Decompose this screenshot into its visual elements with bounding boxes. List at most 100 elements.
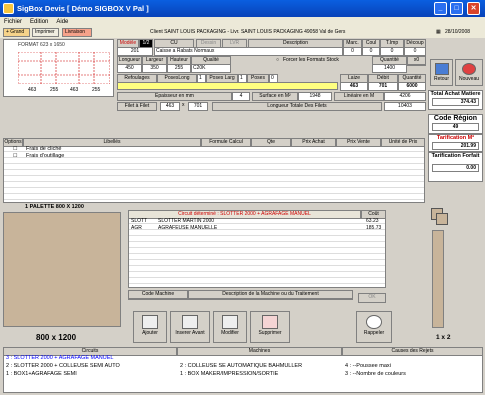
livraison-button[interactable]: Livraison bbox=[62, 28, 92, 37]
cause-list-2[interactable]: 3 : --Nombre de couleurs bbox=[345, 370, 406, 378]
timp-field[interactable]: 0 bbox=[380, 47, 404, 56]
maximize-button[interactable]: □ bbox=[450, 2, 463, 15]
format-panel: FORMAT 623 x 1650 463 255 463 255 bbox=[3, 39, 114, 97]
epaisseur-field[interactable]: 4 bbox=[232, 92, 250, 101]
nouveau-button[interactable]: Nouveau bbox=[455, 59, 483, 86]
minimize-button[interactable]: _ bbox=[434, 2, 447, 15]
code-machine-field[interactable] bbox=[128, 298, 188, 300]
add-document-icon bbox=[142, 315, 158, 329]
app-icon bbox=[3, 3, 14, 14]
decoup-field[interactable]: 0 bbox=[404, 47, 426, 56]
code-region-value[interactable]: 49 bbox=[432, 123, 479, 131]
filet-label: Filet à Filet bbox=[117, 102, 157, 111]
supprimer-label: Supprimer bbox=[258, 330, 282, 336]
ltf-label: Longueur Totale Des Filets bbox=[212, 102, 382, 111]
total-achat-box: Total Achat Matiere 374.43 bbox=[428, 90, 483, 110]
ajouter-button[interactable]: Ajouter bbox=[133, 311, 167, 343]
circuit-table: Circuit déterminé : SLOTTER 2000 + AGRAF… bbox=[128, 210, 386, 288]
circuit-row-1-code[interactable]: SLOTT bbox=[131, 218, 147, 225]
coul-field[interactable]: 0 bbox=[362, 47, 380, 56]
insert-icon bbox=[182, 315, 198, 329]
retour-label: Retour bbox=[433, 76, 449, 82]
modifier-label: Modifier bbox=[221, 330, 239, 336]
window-title: SigBox Devis [ Démo SIGBOX V Pal ] bbox=[17, 4, 149, 13]
filet-x: x bbox=[182, 102, 185, 108]
grand-button[interactable]: + Grand bbox=[3, 28, 30, 37]
modele-desc-field[interactable]: Caisse a Rabats Normaux bbox=[154, 47, 343, 56]
code-region-label: Code Région bbox=[433, 115, 478, 122]
quantite2-field: 6000 bbox=[398, 82, 426, 91]
machines-header: Machines bbox=[177, 347, 342, 356]
circuit-row-2-cout: 185.73 bbox=[366, 225, 382, 231]
laize-field: 463 bbox=[340, 82, 368, 91]
formule-col: Formule Calcul bbox=[201, 138, 251, 147]
format-label: FORMAT 623 x 1650 bbox=[18, 42, 65, 48]
total-achat-label: Total Achat Matiere bbox=[430, 91, 481, 97]
circuit-list-1[interactable]: 3 : SLOTTER 2000 + AGRAFAGE MANUEL bbox=[6, 354, 113, 362]
prix-vente-col: Prix Vente bbox=[336, 138, 381, 147]
epaisseur-label: Epaisseur en mm bbox=[117, 92, 232, 101]
option-checkbox-2[interactable]: ☐ bbox=[13, 153, 17, 160]
circuit-row-1-name[interactable]: SLOTTER MARTIN 2000 bbox=[158, 218, 214, 225]
ok-button[interactable]: OK bbox=[358, 293, 386, 303]
option-row-1[interactable]: Frais de cliché bbox=[26, 146, 61, 153]
title-bar: SigBox Devis [ Démo SIGBOX V Pal ] _ □ ✕ bbox=[0, 0, 485, 17]
stack-preview bbox=[432, 230, 444, 328]
desc-machine-field[interactable] bbox=[188, 298, 353, 300]
menu-aide[interactable]: Aide bbox=[56, 19, 68, 25]
option-row-2[interactable]: Frais d'outillage bbox=[26, 153, 64, 160]
calendar-icon: ▦ bbox=[436, 29, 441, 35]
palette-drawing bbox=[3, 212, 121, 327]
filet-a-field: 463 bbox=[160, 102, 180, 111]
options-table: Options Libellés Formule Calcul Qte Prix… bbox=[3, 138, 425, 203]
tarif-m2-box: Tarification M² 201.99 bbox=[428, 134, 483, 152]
new-icon bbox=[462, 63, 476, 75]
menu-fichier[interactable]: Fichier bbox=[4, 19, 22, 25]
qualite-field[interactable]: C20K bbox=[191, 64, 231, 73]
tarif-forfait-box: Tarification Forfait 0.00 bbox=[428, 152, 483, 182]
modele-code-field[interactable]: 201 bbox=[117, 47, 153, 56]
dim-3: 463 bbox=[70, 87, 79, 93]
tarif-m2-value: 201.99 bbox=[432, 142, 479, 150]
quantite-field[interactable]: 1400 bbox=[372, 64, 407, 73]
devis-date: 28/10/2008 bbox=[445, 29, 471, 35]
total-achat-value: 374.43 bbox=[432, 98, 479, 106]
forcer-checkbox[interactable]: ○ bbox=[276, 57, 279, 64]
lineaire-field: 4206 bbox=[384, 92, 426, 101]
unite-col: Unité de Prix bbox=[381, 138, 425, 147]
menu-edition[interactable]: Edition bbox=[30, 19, 48, 25]
option-checkbox-1[interactable]: ☐ bbox=[13, 146, 17, 153]
format-drawing bbox=[18, 52, 110, 84]
inserer-button[interactable]: Inserer Avant bbox=[170, 311, 210, 343]
retour-button[interactable]: Retour bbox=[430, 59, 453, 86]
circuit-row-1-cout: 63.23 bbox=[366, 218, 379, 224]
qte-col: Qte bbox=[251, 138, 291, 147]
circuit-list-3[interactable]: 1 : BOX1+AGRAFAGE SEMI bbox=[6, 370, 77, 378]
modifier-button[interactable]: Modifier bbox=[213, 311, 247, 343]
inserer-label: Inserer Avant bbox=[175, 330, 205, 336]
x0-field[interactable] bbox=[407, 64, 426, 66]
tarif-forfait-value[interactable]: 0.00 bbox=[432, 164, 479, 172]
longueur-field[interactable]: 450 bbox=[117, 64, 142, 73]
refoulages-field[interactable] bbox=[117, 82, 338, 90]
dim-2: 255 bbox=[50, 87, 59, 93]
marc-field[interactable]: 0 bbox=[343, 47, 362, 56]
bottom-grid: Circuits Machines Causes des Rejets 3 : … bbox=[3, 347, 483, 393]
delete-icon bbox=[262, 315, 278, 329]
cause-list-1[interactable]: 4 : --Poussee maxi bbox=[345, 362, 391, 370]
circuit-row-2-code[interactable]: AGR bbox=[131, 225, 142, 232]
edit-icon bbox=[222, 315, 238, 329]
supprimer-button[interactable]: Supprimer bbox=[250, 311, 290, 343]
imprimer-button[interactable]: Imprimer bbox=[32, 28, 59, 37]
dim-4: 255 bbox=[92, 87, 101, 93]
largeur-field[interactable]: 350 bbox=[142, 64, 167, 73]
hauteur-field[interactable]: 255 bbox=[167, 64, 191, 73]
circuit-row-2-name[interactable]: AGRAFEUSE MANUELLE bbox=[158, 225, 217, 232]
rappeler-button[interactable]: Rappeler bbox=[356, 311, 392, 343]
machine-list-2[interactable]: 1 : BOX MAKER/IMPRESSION/SORTIE bbox=[180, 370, 278, 378]
code-region-box: Code Région 49 bbox=[428, 114, 483, 134]
machine-list-1[interactable]: 2 : COLLEUSE SE AUTOMATIQUE BAHMULLER bbox=[180, 362, 302, 370]
circuit-list-2[interactable]: 2 : SLOTTER 2000 + COLLEUSE SEMI AUTO bbox=[6, 362, 120, 370]
stack-count: 1 x 2 bbox=[436, 334, 451, 341]
close-button[interactable]: ✕ bbox=[467, 2, 480, 15]
